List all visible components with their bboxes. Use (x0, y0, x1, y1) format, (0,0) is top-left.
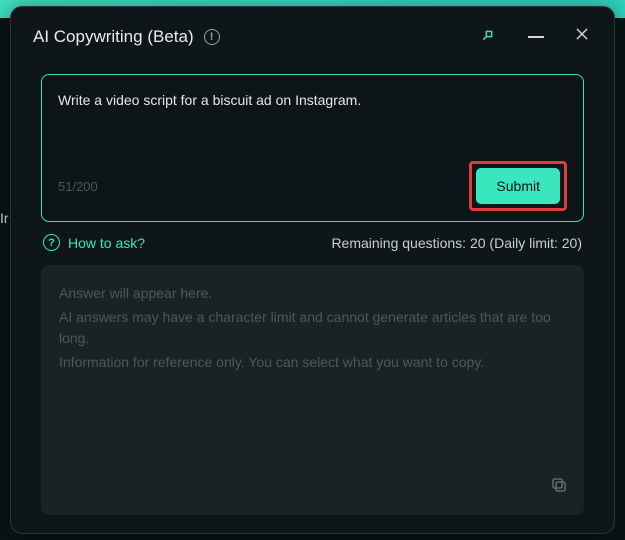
prompt-text[interactable]: Write a video script for a biscuit ad on… (58, 91, 567, 153)
input-footer: 51/200 Submit (58, 161, 567, 211)
copy-button[interactable] (550, 476, 568, 501)
remaining-questions: Remaining questions: 20 (Daily limit: 20… (331, 235, 582, 251)
panel-content: Write a video script for a biscuit ad on… (11, 62, 614, 533)
submit-button[interactable]: Submit (476, 168, 560, 204)
prompt-input[interactable]: Write a video script for a biscuit ad on… (41, 74, 584, 222)
submit-highlight: Submit (469, 161, 567, 211)
answer-line: Information for reference only. You can … (59, 352, 566, 374)
help-icon[interactable]: ? (43, 234, 60, 251)
close-icon (574, 26, 590, 47)
panel-header: AI Copywriting (Beta) ! (11, 7, 614, 62)
answer-area: Answer will appear here. AI answers may … (41, 265, 584, 515)
meta-row: ? How to ask? Remaining questions: 20 (D… (41, 222, 584, 265)
minimize-button[interactable] (514, 32, 558, 42)
close-button[interactable] (568, 22, 596, 51)
panel-title: AI Copywriting (Beta) (33, 27, 194, 47)
char-counter: 51/200 (58, 179, 98, 194)
minimize-icon (528, 36, 544, 38)
how-to-ask-link[interactable]: How to ask? (68, 235, 145, 251)
ai-copywriting-panel: AI Copywriting (Beta) ! Write a video sc… (10, 6, 615, 534)
answer-line: AI answers may have a character limit an… (59, 307, 566, 350)
answer-line: Answer will appear here. (59, 283, 566, 305)
pin-icon (480, 25, 498, 48)
info-icon[interactable]: ! (204, 29, 220, 45)
pin-button[interactable] (474, 21, 504, 52)
answer-placeholder: Answer will appear here. AI answers may … (59, 283, 566, 376)
